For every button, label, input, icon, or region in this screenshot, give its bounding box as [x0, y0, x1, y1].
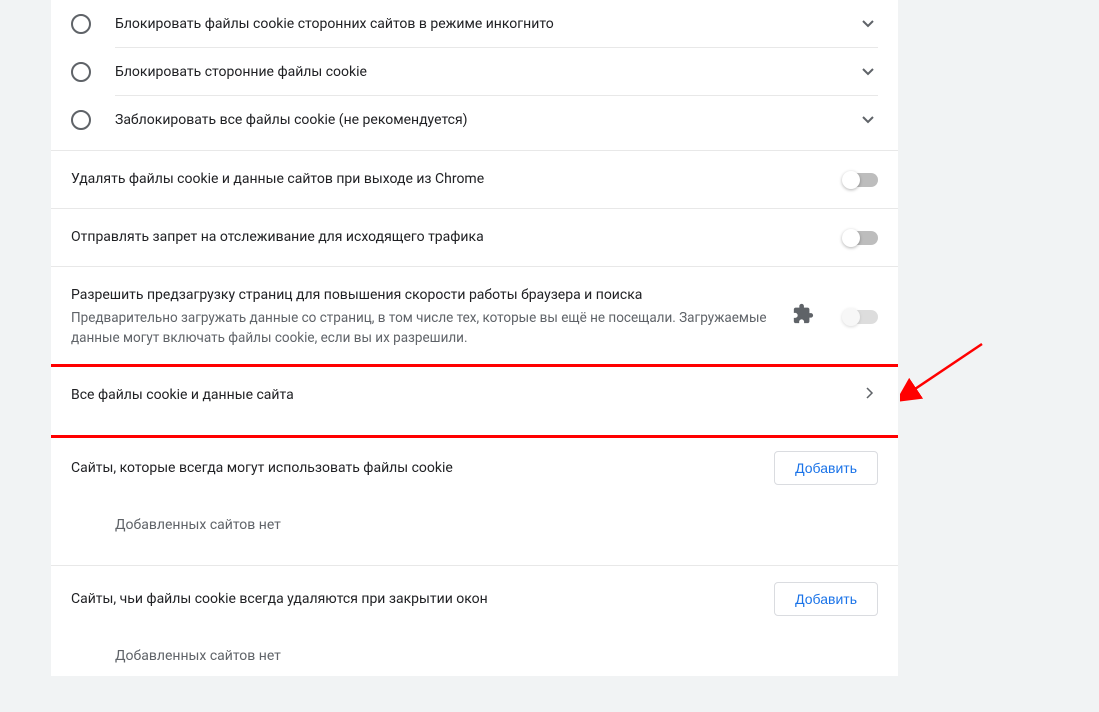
section-title: Сайты, чьи файлы cookie всегда удаляются… — [71, 591, 488, 607]
radio-block-all[interactable]: Заблокировать все файлы cookie (не реком… — [51, 96, 898, 150]
annotation-arrow-icon — [900, 336, 990, 406]
arrow-right-icon — [862, 387, 878, 402]
add-always-allow-button[interactable]: Добавить — [774, 451, 878, 485]
toggle-clear-on-exit[interactable]: Удалять файлы cookie и данные сайтов при… — [51, 151, 898, 208]
toggle-do-not-track[interactable]: Отправлять запрет на отслеживание для ис… — [51, 209, 898, 266]
radio-block-third-party[interactable]: Блокировать сторонние файлы cookie — [51, 48, 898, 96]
toggle-preload-pages: Разрешить предзагрузку страниц для повыш… — [51, 267, 898, 367]
toggle-label: Удалять файлы cookie и данные сайтов при… — [71, 169, 828, 190]
chevron-down-icon[interactable] — [858, 65, 878, 79]
nav-label: Все файлы cookie и данные сайта — [71, 387, 862, 403]
radio-icon — [71, 110, 91, 130]
chevron-down-icon[interactable] — [858, 17, 878, 31]
clear-on-close-section-header: Сайты, чьи файлы cookie всегда удаляются… — [51, 566, 898, 632]
radio-label: Заблокировать все файлы cookie (не реком… — [115, 112, 858, 128]
radio-label: Блокировать файлы cookie сторонних сайто… — [115, 16, 858, 32]
toggle-switch-disabled — [844, 310, 878, 324]
cookie-settings-panel: Блокировать файлы cookie сторонних сайто… — [51, 0, 898, 676]
radio-icon — [71, 62, 91, 82]
toggle-label: Разрешить предзагрузку страниц для повыш… — [71, 285, 776, 306]
all-cookies-and-site-data-link[interactable]: Все файлы cookie и данные сайта — [51, 367, 898, 435]
always-allow-empty-text: Добавленных сайтов нет — [51, 501, 898, 565]
chevron-down-icon[interactable] — [858, 113, 878, 127]
toggle-description: Предварительно загружать данные со стран… — [71, 308, 776, 349]
radio-label: Блокировать сторонние файлы cookie — [115, 64, 858, 80]
radio-block-third-party-incognito[interactable]: Блокировать файлы cookie сторонних сайто… — [51, 0, 898, 48]
toggle-switch[interactable] — [844, 173, 878, 187]
extension-icon — [792, 303, 814, 331]
always-allow-section-header: Сайты, которые всегда могут использовать… — [51, 435, 898, 501]
add-clear-on-close-button[interactable]: Добавить — [774, 582, 878, 616]
highlighted-section: Все файлы cookie и данные сайта — [51, 364, 898, 438]
clear-on-close-empty-text: Добавленных сайтов нет — [51, 632, 898, 676]
toggle-switch[interactable] — [844, 231, 878, 245]
section-title: Сайты, которые всегда могут использовать… — [71, 460, 453, 476]
toggle-label: Отправлять запрет на отслеживание для ис… — [71, 227, 828, 248]
radio-icon — [71, 14, 91, 34]
